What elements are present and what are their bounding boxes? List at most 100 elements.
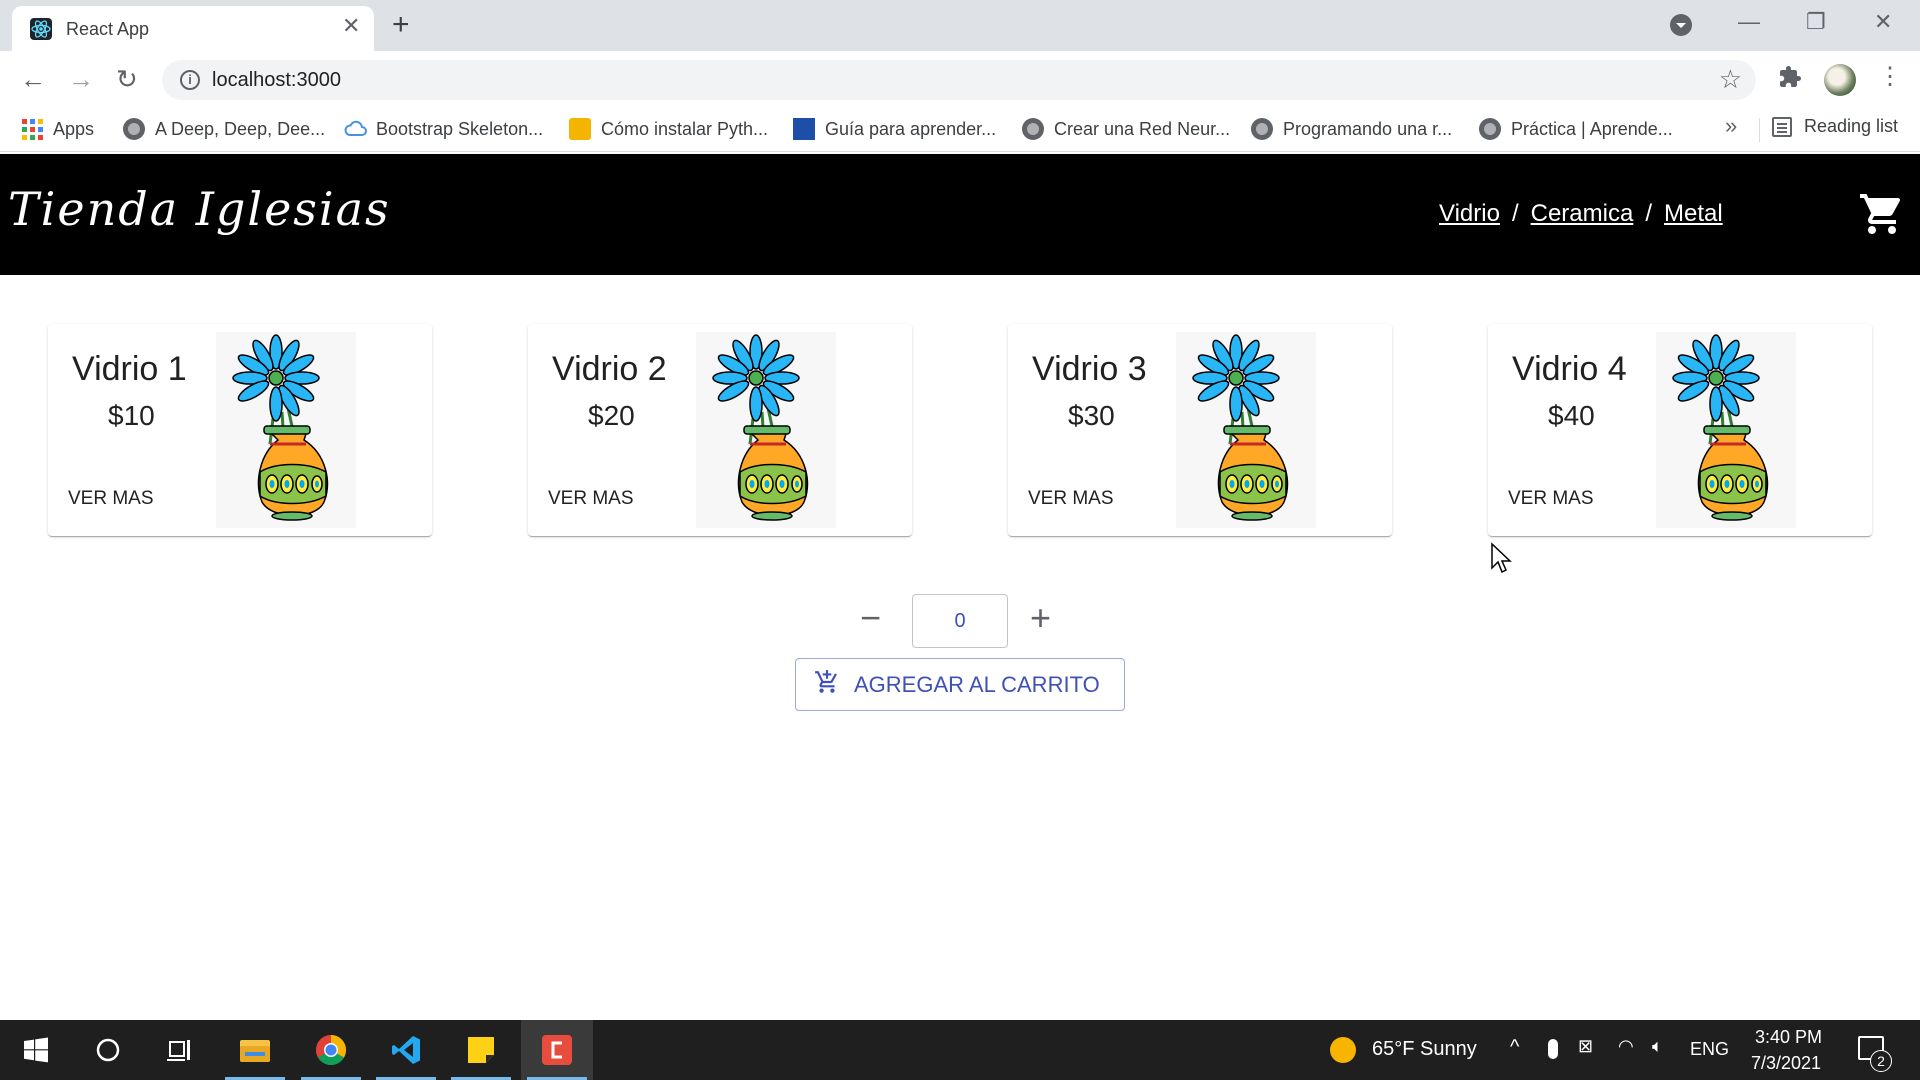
nav-link-ceramica[interactable]: Ceramica [1531, 200, 1634, 228]
close-tab-icon[interactable]: ✕ [342, 15, 360, 37]
clock-time[interactable]: 3:40 PM [1755, 1027, 1822, 1048]
product-price: $20 [588, 400, 635, 431]
product-price: $30 [1068, 400, 1115, 431]
bookmark-item[interactable]: Crear una Red Neur... [1022, 116, 1230, 142]
bookmark-star-icon[interactable]: ☆ [1719, 64, 1742, 95]
language-indicator[interactable]: ENG [1690, 1039, 1729, 1060]
product-price: $10 [108, 400, 155, 431]
browser-tab-strip: React App ✕ + — ❐ ✕ [0, 0, 1920, 51]
bookmark-label: Práctica | Aprende... [1511, 118, 1673, 139]
nav-separator: / [1511, 200, 1519, 227]
chrome-icon[interactable] [295, 1020, 367, 1080]
close-window-icon[interactable]: ✕ [1874, 8, 1892, 36]
mouse-cursor-icon [1490, 542, 1512, 579]
add-to-cart-button[interactable]: AGREGAR AL CARRITO [795, 658, 1125, 711]
add-to-cart-label: AGREGAR AL CARRITO [854, 671, 1100, 697]
profile-avatar[interactable] [1824, 64, 1856, 96]
shopping-cart-icon[interactable] [1858, 190, 1906, 243]
weather-sun-icon[interactable] [1330, 1037, 1356, 1063]
globe-icon [1251, 118, 1273, 140]
microphone-icon[interactable] [1548, 1039, 1558, 1059]
bookmark-item[interactable]: Bootstrap Skeleton... [344, 116, 543, 142]
more-bookmarks-icon[interactable]: » [1725, 113, 1737, 139]
product-name: Vidrio 2 [552, 350, 667, 388]
quantity-input[interactable] [912, 594, 1008, 648]
ver-mas-button[interactable]: VER MAS [1508, 488, 1594, 510]
bookmark-item[interactable]: Cómo instalar Pyth... [569, 116, 768, 142]
nav-link-vidrio[interactable]: Vidrio [1439, 200, 1500, 228]
bookmark-label: Bootstrap Skeleton... [376, 118, 544, 139]
menu-kebab-icon[interactable]: ⋮ [1878, 63, 1902, 91]
category-nav: Vidrio / Ceramica / Metal [1439, 200, 1723, 228]
windows-taskbar: 65°F Sunny ^ ⊠ ◠ 🔈︎ ENG 3:40 PM 7/3/2021… [0, 1020, 1920, 1080]
product-name: Vidrio 1 [72, 350, 187, 388]
wifi-icon[interactable]: ◠ [1618, 1036, 1634, 1057]
restore-icon[interactable]: ❐ [1806, 8, 1826, 36]
bookmark-label: Cómo instalar Pyth... [601, 118, 769, 139]
nav-link-metal[interactable]: Metal [1664, 200, 1723, 228]
bookmark-item[interactable]: Programando una r... [1251, 116, 1452, 142]
brand-logo[interactable]: Tienda Iglesias [8, 182, 391, 236]
bookmarks-bar: Apps A Deep, Deep, Dee... Bootstrap Skel… [0, 107, 1920, 152]
show-hidden-icons-icon[interactable]: ^ [1510, 1036, 1519, 1059]
reading-list-button[interactable]: Reading list [1772, 116, 1898, 137]
globe-icon [1479, 118, 1501, 140]
app-header: Tienda Iglesias Vidrio / Ceramica / Meta… [0, 154, 1920, 275]
increase-quantity-icon[interactable]: + [1030, 600, 1051, 636]
vase-image [696, 332, 836, 528]
sticky-notes-icon[interactable] [445, 1020, 517, 1080]
tab-search-icon[interactable] [1670, 14, 1692, 36]
bookmark-item[interactable]: Práctica | Aprende... [1479, 116, 1673, 142]
forward-icon[interactable]: → [68, 62, 94, 96]
cloud-icon [344, 118, 367, 140]
product-name: Vidrio 4 [1512, 350, 1627, 388]
product-card: Vidrio 1 $10 VER MAS [48, 324, 432, 536]
decrease-quantity-icon[interactable]: − [860, 600, 881, 636]
site-icon [569, 118, 591, 140]
browser-tab[interactable]: React App ✕ [12, 6, 374, 51]
minimize-icon[interactable]: — [1738, 8, 1760, 36]
vscode-icon[interactable] [370, 1020, 442, 1080]
clock-date[interactable]: 7/3/2021 [1751, 1053, 1821, 1074]
vase-image [1656, 332, 1796, 528]
bookmark-label: Guía para aprender... [825, 118, 997, 139]
reload-icon[interactable]: ↻ [116, 62, 138, 96]
task-view-icon[interactable] [144, 1020, 216, 1080]
bookmark-label: Apps [53, 118, 95, 139]
notification-count-badge: 2 [1870, 1050, 1892, 1072]
product-price: $40 [1548, 400, 1595, 431]
cortana-search-icon[interactable] [72, 1020, 144, 1080]
ver-mas-button[interactable]: VER MAS [1028, 488, 1114, 510]
product-card: Vidrio 4 $40 VER MAS [1488, 324, 1872, 536]
bookmark-item[interactable]: Guía para aprender... [793, 116, 996, 142]
site-info-icon[interactable]: i [180, 70, 200, 90]
volume-icon[interactable]: 🔈︎ [1652, 1036, 1663, 1057]
globe-icon [123, 118, 145, 140]
url-text[interactable]: localhost:3000 [212, 69, 341, 92]
windows-start-icon[interactable] [0, 1020, 72, 1080]
extensions-icon[interactable] [1778, 65, 1802, 96]
new-tab-icon[interactable]: + [392, 8, 410, 42]
bookmarks-divider [1759, 118, 1760, 142]
vase-image [216, 332, 356, 528]
bookmark-item[interactable]: A Deep, Deep, Dee... [123, 116, 325, 142]
weather-text[interactable]: 65°F Sunny [1372, 1038, 1477, 1061]
file-explorer-icon[interactable] [219, 1020, 291, 1080]
reading-list-label: Reading list [1804, 116, 1899, 136]
nav-separator: / [1645, 200, 1652, 227]
bookmark-label: Crear una Red Neur... [1054, 118, 1231, 139]
ver-mas-button[interactable]: VER MAS [548, 488, 634, 510]
network-disconnected-icon[interactable]: ⊠ [1578, 1036, 1593, 1057]
bookmark-apps[interactable]: Apps [22, 116, 94, 142]
react-logo-icon [30, 18, 52, 40]
screen-recorder-icon[interactable] [521, 1020, 593, 1080]
address-bar[interactable]: i localhost:3000 ☆ [162, 60, 1756, 100]
ver-mas-button[interactable]: VER MAS [68, 488, 154, 510]
apps-icon [22, 118, 43, 140]
globe-icon [1022, 118, 1044, 140]
site-icon [793, 118, 815, 140]
product-name: Vidrio 3 [1032, 350, 1147, 388]
browser-toolbar: ← → ↻ i localhost:3000 ☆ ⋮ [0, 51, 1920, 107]
product-card: Vidrio 3 $30 VER MAS [1008, 324, 1392, 536]
back-icon[interactable]: ← [20, 62, 46, 96]
